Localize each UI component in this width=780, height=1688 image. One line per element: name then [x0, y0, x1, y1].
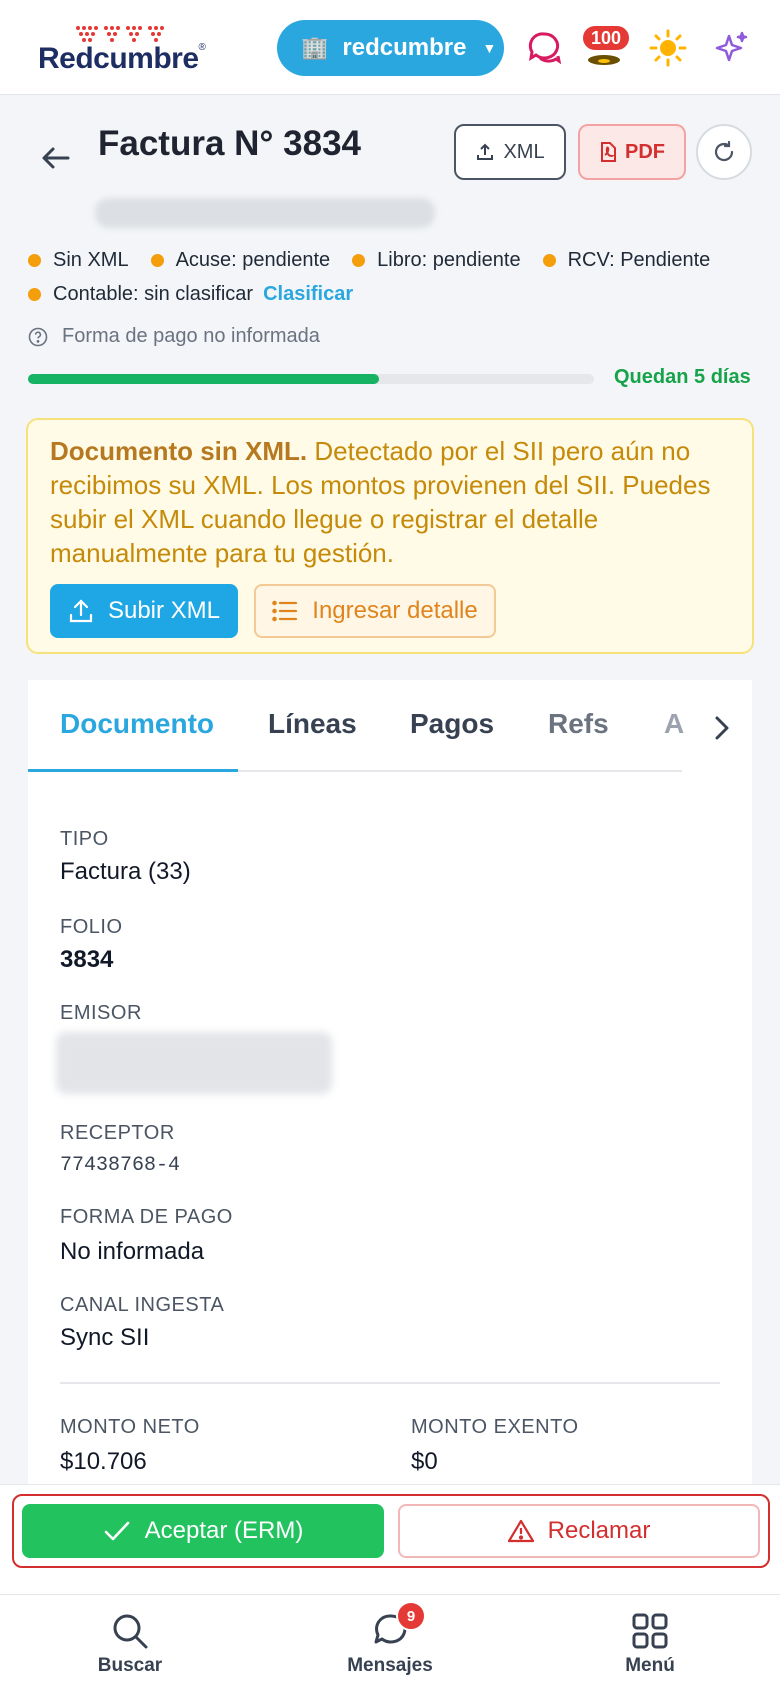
bottom-navigation: Buscar 9 Mensajes Menú	[0, 1594, 780, 1688]
download-pdf-button[interactable]: PDF	[578, 124, 686, 180]
chevron-down-icon: ▼	[482, 40, 497, 56]
redacted-emisor	[56, 1032, 332, 1094]
status-acuse: Acuse: pendiente	[150, 249, 331, 272]
chevron-right-icon[interactable]	[706, 710, 736, 746]
warning-triangle-icon	[507, 1519, 534, 1543]
page-title: Factura N° 3834	[98, 124, 362, 163]
status-contable-label: Contable: sin clasificar	[53, 283, 254, 305]
nav-search[interactable]: Buscar	[60, 1611, 200, 1677]
forma-pago-value: No informada	[60, 1238, 205, 1265]
monto-neto-value: $10.706	[60, 1448, 147, 1475]
deadline-progress-bar	[28, 374, 594, 384]
status-contable: Contable: sin clasificar	[28, 283, 253, 306]
upload-icon	[477, 143, 494, 160]
folio-value: 3834	[60, 946, 114, 973]
status-libro: Libro: pendiente	[352, 249, 521, 272]
status-dot-icon	[352, 254, 366, 267]
download-xml-button[interactable]: XML	[454, 124, 566, 180]
receptor-value: 77438768-4	[60, 1154, 181, 1177]
status-xml-label: Sin XML	[53, 249, 129, 271]
pdf-file-icon	[601, 142, 616, 162]
alert-message: Documento sin XML. Detectado por el SII …	[50, 434, 732, 570]
upload-xml-button[interactable]: Subir XML	[50, 584, 238, 638]
refresh-icon	[714, 140, 734, 162]
monto-exento-label: MONTO EXENTO	[411, 1416, 579, 1438]
nav-menu[interactable]: Menú	[580, 1611, 720, 1677]
status-acuse-label: Acuse: pendiente	[175, 249, 331, 271]
status-dot-icon	[28, 288, 41, 301]
deadline-progress-fill	[28, 374, 379, 384]
emisor-label: EMISOR	[60, 1002, 142, 1024]
logo-text: Redcumbre	[38, 42, 199, 75]
canal-label: CANAL INGESTA	[60, 1294, 225, 1316]
refresh-button[interactable]	[696, 124, 752, 180]
monto-exento-value: $0	[411, 1448, 438, 1475]
redcumbre-logo[interactable]: Redcumbre®	[38, 24, 208, 75]
receptor-label: RECEPTOR	[60, 1122, 175, 1144]
status-dot-icon	[150, 254, 164, 267]
tab-partial[interactable]: A	[664, 708, 684, 740]
building-icon: 🏢	[301, 35, 329, 60]
status-rcv: RCV: Pendiente	[542, 249, 711, 272]
tipo-label: TIPO	[60, 828, 109, 850]
status-row-2: Contable: sin clasificar Clasificar	[28, 283, 353, 306]
pdf-button-label: PDF	[625, 140, 665, 163]
folio-label: FOLIO	[60, 916, 123, 938]
enter-detail-label: Ingresar detalle	[312, 597, 478, 624]
payment-note-text: Forma de pago no informada	[62, 325, 320, 347]
forma-pago-label: FORMA DE PAGO	[60, 1206, 233, 1228]
alert-title: Documento sin XML.	[50, 436, 308, 466]
status-dot-icon	[542, 254, 556, 267]
payment-method-note: Forma de pago no informada	[28, 325, 320, 348]
enter-detail-button[interactable]: Ingresar detalle	[254, 584, 496, 638]
document-panel: Documento Líneas Pagos Refs A TIPO Factu…	[28, 680, 752, 1486]
help-circle-icon	[28, 327, 48, 346]
ai-sparkles-icon[interactable]	[710, 26, 754, 70]
search-icon	[113, 1614, 148, 1649]
nav-messages[interactable]: 9 Mensajes	[320, 1601, 460, 1677]
tab-lineas[interactable]: Líneas	[268, 708, 357, 740]
nav-messages-label: Mensajes	[347, 1655, 433, 1676]
check-icon	[104, 1521, 129, 1541]
logo-registered-mark: ®	[198, 42, 206, 53]
back-arrow-icon[interactable]	[38, 140, 74, 176]
status-libro-label: Libro: pendiente	[377, 249, 521, 271]
redacted-subtitle	[95, 198, 435, 228]
xml-button-label: XML	[503, 140, 545, 163]
status-row-1: Sin XML Acuse: pendiente Libro: pendient…	[28, 249, 710, 272]
status-rcv-label: RCV: Pendiente	[567, 249, 711, 271]
remaining-days: Quedan 5 días	[614, 366, 751, 388]
accept-erm-button[interactable]: Aceptar (ERM)	[22, 1504, 384, 1558]
status-dot-icon	[28, 254, 41, 267]
missing-xml-alert: Documento sin XML. Detectado por el SII …	[26, 418, 754, 654]
tab-bar: Documento Líneas Pagos Refs A	[28, 680, 684, 772]
grid-menu-icon	[632, 1613, 668, 1649]
messages-badge: 9	[396, 1601, 426, 1631]
notifications-badge: 100	[581, 24, 631, 52]
tab-pagos[interactable]: Pagos	[410, 708, 494, 740]
tab-documento[interactable]: Documento	[60, 708, 214, 740]
top-bar: Redcumbre® 🏢 redcumbre ▼ 100	[0, 0, 780, 95]
monto-neto-label: MONTO NETO	[60, 1416, 200, 1438]
tab-refs[interactable]: Refs	[548, 708, 609, 740]
chat-icon[interactable]	[522, 26, 566, 70]
upload-xml-label: Subir XML	[107, 597, 221, 624]
organization-selector[interactable]: 🏢 redcumbre ▼	[277, 20, 504, 76]
theme-sun-icon[interactable]	[646, 26, 690, 70]
list-icon	[272, 600, 298, 622]
nav-search-label: Buscar	[97, 1655, 163, 1676]
canal-value: Sync SII	[60, 1324, 150, 1351]
section-divider	[60, 1382, 720, 1384]
claim-label: Reclamar	[547, 1517, 651, 1544]
tipo-value: Factura (33)	[60, 858, 191, 885]
status-xml: Sin XML	[28, 249, 129, 272]
nav-menu-label: Menú	[625, 1655, 675, 1676]
classify-link[interactable]: Clasificar	[263, 283, 353, 306]
upload-icon	[69, 599, 93, 623]
claim-button[interactable]: Reclamar	[398, 1504, 760, 1558]
accept-label: Aceptar (ERM)	[144, 1517, 304, 1544]
active-tab-indicator	[28, 769, 238, 772]
organization-name: redcumbre	[342, 34, 467, 61]
